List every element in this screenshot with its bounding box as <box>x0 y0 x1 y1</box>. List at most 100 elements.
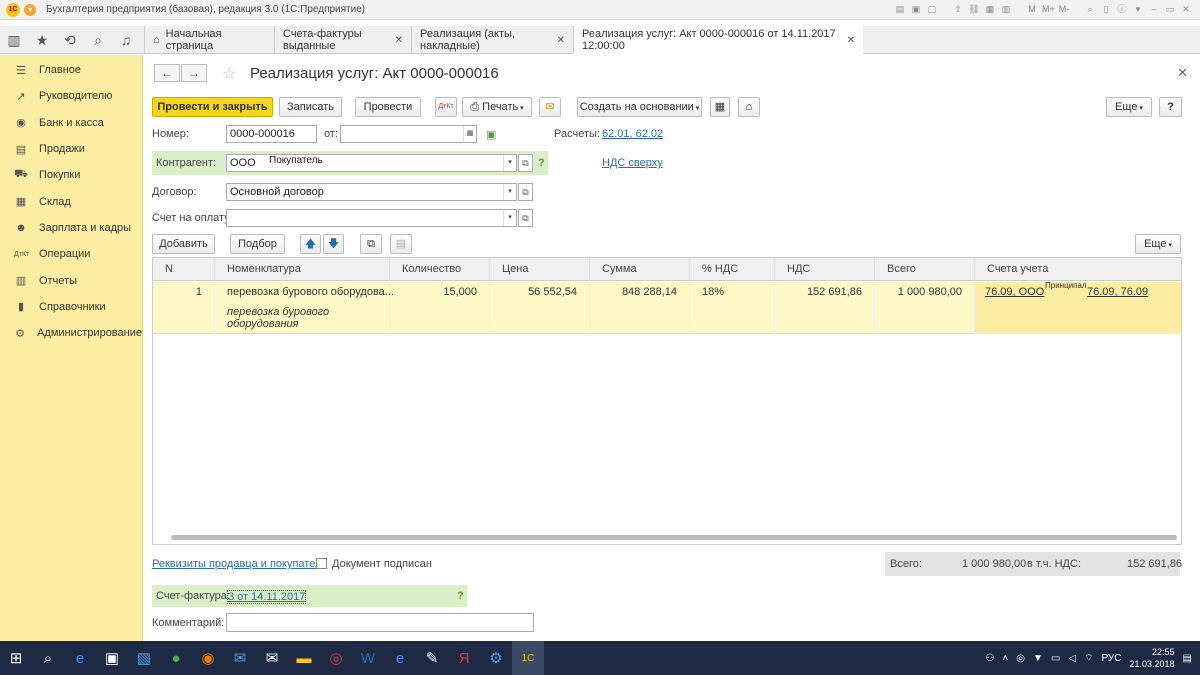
sidebar-item-sales[interactable]: ▤ Продажи <box>0 136 142 162</box>
tab-current-document[interactable]: Реализация услуг: Акт 0000-000016 от 14.… <box>573 26 863 55</box>
print-icon[interactable]: ▤ <box>894 3 906 15</box>
panel-icon[interactable]: ▯ <box>1100 3 1112 15</box>
accounts-link[interactable]: 62.01, 62.02 <box>602 128 663 140</box>
chrome-icon[interactable]: ◎ <box>320 641 352 675</box>
open-payment-invoice-icon[interactable]: ⧉ <box>518 209 533 227</box>
table-row[interactable]: 1 перевозка бурового оборудова... перево… <box>153 281 1181 334</box>
sidebar-item-operations[interactable]: ДтКт Операции <box>0 241 142 267</box>
tool-icon[interactable]: ✎ <box>416 641 448 675</box>
attach-button[interactable]: ⌂ <box>738 97 760 117</box>
tab-home[interactable]: ⌂ Начальная страница <box>144 26 274 54</box>
open-counterparty-icon[interactable]: ⧉ <box>518 154 533 172</box>
favorite-star-icon[interactable]: ☆ <box>222 64 236 84</box>
signed-checkbox[interactable] <box>316 558 327 569</box>
sidebar-item-bank[interactable]: ◉ Банк и касса <box>0 110 142 136</box>
column-header-price[interactable]: Цена <box>490 258 590 281</box>
dropdown-icon[interactable]: ▾ <box>503 184 516 200</box>
calendar-icon[interactable]: ▦ <box>984 3 996 15</box>
folder-icon[interactable]: ▬ <box>288 641 320 675</box>
ie-icon[interactable]: e <box>384 641 416 675</box>
help-button[interactable]: ? <box>1159 97 1182 117</box>
column-header-vat[interactable]: НДС <box>775 258 875 281</box>
add-row-button[interactable]: Добавить <box>152 234 215 254</box>
calculator-icon[interactable]: ▥ <box>1000 3 1012 15</box>
notifications-icon[interactable]: ♫ <box>112 26 140 54</box>
cell-qty[interactable]: 15,000 <box>390 282 490 334</box>
viber-icon[interactable]: ◎ <box>1016 653 1025 664</box>
envelope-icon[interactable]: ✉ <box>256 641 288 675</box>
history-icon[interactable]: ⟲ <box>56 26 84 54</box>
search-taskbar-icon[interactable]: ⌕ <box>32 641 64 675</box>
yandex-icon[interactable]: Я <box>448 641 480 675</box>
pick-button[interactable]: Подбор <box>230 234 285 254</box>
column-header-qty[interactable]: Количество <box>390 258 490 281</box>
vat-on-top-link[interactable]: НДС сверху <box>602 157 663 169</box>
people-tray-icon[interactable]: ⚇ <box>985 653 994 664</box>
move-down-button[interactable]: 🡇 <box>323 234 344 254</box>
column-header-n[interactable]: N <box>153 258 215 281</box>
back-button[interactable]: ← <box>154 64 180 82</box>
email-button[interactable]: ✉ <box>539 97 561 117</box>
invoice-help-icon[interactable]: ? <box>457 590 464 602</box>
start-icon[interactable]: ⊞ <box>0 641 32 675</box>
comment-field[interactable] <box>226 613 534 632</box>
maximize-icon[interactable]: ▭ <box>1164 3 1176 15</box>
cell-item[interactable]: перевозка бурового оборудова... перевозк… <box>215 282 394 334</box>
settings-icon[interactable]: ⚙ <box>480 641 512 675</box>
column-header-accounts[interactable]: Счета учета <box>975 258 1181 281</box>
status-icon[interactable]: ▣ <box>486 128 496 141</box>
forward-button[interactable]: → <box>181 64 207 82</box>
language-indicator[interactable]: РУС <box>1101 653 1121 664</box>
sidebar-item-admin[interactable]: ⚙ Администрирование <box>0 320 142 346</box>
more-button[interactable]: Еще ▾ <box>1106 97 1152 117</box>
sidebar-item-purchases[interactable]: ⛟ Покупки <box>0 162 142 188</box>
help-menu-icon[interactable]: ▾ <box>1132 3 1144 15</box>
dtkt-button[interactable]: ДтКт <box>435 97 457 117</box>
tab-sales-list[interactable]: Реализация (акты, накладные) ✕ <box>411 26 573 54</box>
calendar-icon[interactable]: ▦ <box>463 126 476 142</box>
tablet-icon[interactable]: ▧ <box>128 641 160 675</box>
favorites-icon[interactable]: ★ <box>28 26 56 54</box>
post-and-close-button[interactable]: Провести и закрыть <box>152 97 273 117</box>
close-form-icon[interactable]: ✕ <box>1177 65 1188 81</box>
minimize-icon[interactable]: – <box>1148 3 1160 15</box>
close-tab-icon[interactable]: ✕ <box>395 35 403 46</box>
sidebar-item-catalogs[interactable]: ▮ Справочники <box>0 294 142 320</box>
requisites-link[interactable]: Реквизиты продавца и покупателя <box>152 558 327 570</box>
save-button[interactable]: Записать <box>279 97 342 117</box>
cell-vat-rate[interactable]: 18% <box>690 282 775 334</box>
sidebar-item-main[interactable]: ☰ Главное <box>0 57 142 83</box>
store-icon[interactable]: ▣ <box>96 641 128 675</box>
move-up-button[interactable]: 🡅 <box>300 234 321 254</box>
number-field[interactable]: 0000-000016 <box>226 125 317 143</box>
mail-icon[interactable]: ✉ <box>224 641 256 675</box>
chevron-up-icon[interactable]: ˄ <box>1002 653 1008 664</box>
structure-button[interactable]: ▦ <box>710 97 730 117</box>
main-menu-icon[interactable]: ▾ <box>24 3 36 16</box>
cell-sum[interactable]: 848 288,14 <box>590 282 690 334</box>
column-header-sum[interactable]: Сумма <box>590 258 690 281</box>
counterparty-help-icon[interactable]: ? <box>538 157 545 169</box>
shield-icon[interactable]: ▼ <box>1033 653 1043 664</box>
mminus-icon[interactable]: M- <box>1058 3 1070 15</box>
battery-icon[interactable]: ▭ <box>1051 653 1060 664</box>
cell-vat[interactable]: 152 691,86 <box>775 282 875 334</box>
column-header-vat-rate[interactable]: % НДС <box>690 258 775 281</box>
open-contract-icon[interactable]: ⧉ <box>518 183 533 201</box>
horizontal-scrollbar[interactable] <box>171 535 1177 540</box>
copy-icon[interactable]: ▢ <box>926 3 938 15</box>
clock[interactable]: 22:55 21.03.2018 <box>1130 646 1175 670</box>
counterparty-field[interactable]: ООО Покупатель ▾ <box>226 154 517 172</box>
delete-row-button[interactable]: ▤ <box>390 234 412 254</box>
volume-icon[interactable]: ◁ <box>1068 653 1076 664</box>
network-icon[interactable]: ⌔ <box>1084 652 1093 665</box>
table-more-button[interactable]: Еще ▾ <box>1135 234 1181 254</box>
tab-invoices-issued[interactable]: Счета-фактуры выданные ✕ <box>274 26 411 54</box>
close-tab-icon[interactable]: ✕ <box>557 35 565 46</box>
close-tab-icon[interactable]: ✕ <box>847 35 855 46</box>
firefox-icon[interactable]: ◉ <box>192 641 224 675</box>
m-icon[interactable]: M <box>1026 3 1038 15</box>
sidebar-item-salary[interactable]: ☻ Зарплата и кадры <box>0 215 142 241</box>
create-based-on-button[interactable]: Создать на основании ▾ <box>577 97 702 117</box>
close-window-icon[interactable]: ✕ <box>1180 3 1192 15</box>
